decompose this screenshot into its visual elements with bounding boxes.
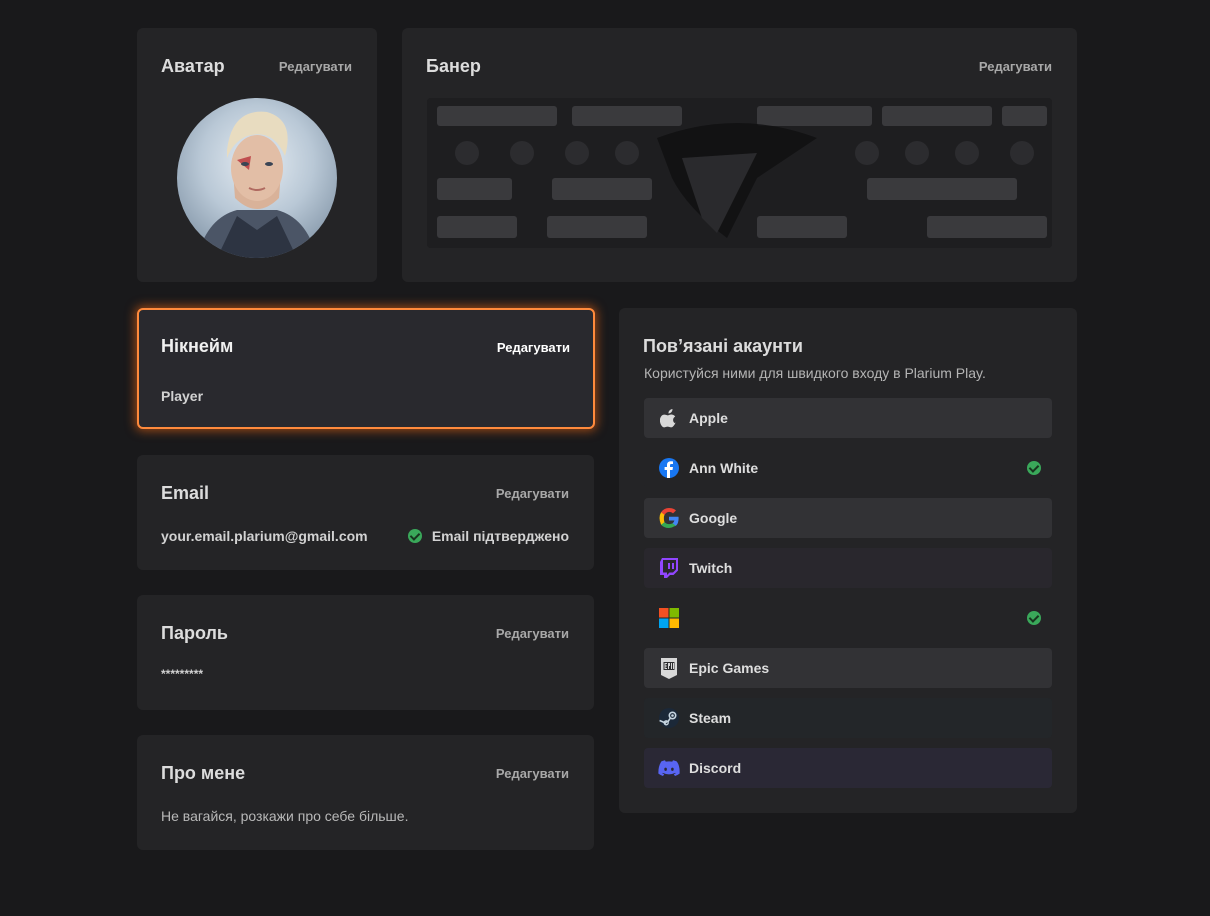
about-card: Про мене Редагувати Не вагайся, розкажи … — [137, 735, 594, 850]
avatar-edit-button[interactable]: Редагувати — [279, 59, 352, 74]
avatar-image[interactable] — [177, 98, 337, 258]
account-microsoft[interactable] — [644, 598, 1052, 638]
email-edit-button[interactable]: Редагувати — [496, 486, 569, 501]
discord-icon — [658, 757, 680, 779]
email-status-text: Email підтверджено — [431, 528, 569, 544]
account-label: Discord — [689, 760, 742, 776]
avatar-card: Аватар Редагувати — [137, 28, 377, 282]
linked-accounts-card: Пов’язані акаунти Користуйся ними для шв… — [619, 308, 1077, 813]
account-label: Steam — [689, 710, 732, 726]
check-circle-icon — [1027, 611, 1041, 625]
nickname-card: Нікнейм Редагувати Player — [137, 308, 595, 429]
account-google[interactable]: Google — [644, 498, 1052, 538]
email-title: Email — [161, 483, 210, 503]
password-card: Пароль Редагувати ********* — [137, 595, 594, 710]
account-label: Apple — [689, 410, 728, 426]
account-label: Epic Games — [689, 660, 770, 676]
account-label: Google — [689, 510, 738, 526]
nickname-value: Player — [161, 388, 204, 404]
google-icon — [658, 507, 680, 529]
email-verified-status: Email підтверджено — [407, 528, 569, 544]
avatar-title: Аватар — [161, 56, 225, 76]
account-steam[interactable]: Steam — [644, 698, 1052, 738]
about-edit-button[interactable]: Редагувати — [496, 766, 569, 781]
account-apple[interactable]: Apple — [644, 398, 1052, 438]
about-value: Не вагайся, розкажи про себе більше. — [161, 808, 409, 824]
banner-title: Банер — [426, 56, 481, 76]
account-epic-games[interactable]: Epic Games — [644, 648, 1052, 688]
check-circle-icon — [1027, 461, 1041, 475]
linked-accounts-title: Пов’язані акаунти — [643, 336, 803, 356]
nickname-title: Нікнейм — [161, 336, 234, 356]
password-edit-button[interactable]: Редагувати — [496, 626, 569, 641]
check-circle-icon — [407, 529, 422, 543]
email-card: Email Редагувати your.email.plarium@gmai… — [137, 455, 594, 570]
about-title: Про мене — [161, 763, 246, 783]
banner-edit-button[interactable]: Редагувати — [979, 59, 1052, 74]
epic-games-icon — [658, 657, 680, 679]
facebook-icon — [658, 457, 680, 479]
microsoft-icon — [658, 607, 680, 629]
nickname-edit-button[interactable]: Редагувати — [497, 340, 570, 355]
account-facebook[interactable]: Ann White — [644, 448, 1052, 488]
account-discord[interactable]: Discord — [644, 748, 1052, 788]
linked-accounts-subtitle: Користуйся ними для швидкого входу в Pla… — [644, 365, 986, 381]
steam-icon — [658, 707, 680, 729]
email-value: your.email.plarium@gmail.com — [161, 528, 368, 544]
banner-card: Банер Редагувати — [402, 28, 1077, 282]
account-label: Twitch — [689, 560, 733, 576]
account-label: Ann White — [689, 460, 759, 476]
password-title: Пароль — [161, 623, 228, 643]
twitch-icon — [658, 557, 680, 579]
banner-image[interactable] — [427, 98, 1052, 248]
account-twitch[interactable]: Twitch — [644, 548, 1052, 588]
password-value: ********* — [161, 667, 204, 681]
apple-icon — [658, 407, 680, 429]
